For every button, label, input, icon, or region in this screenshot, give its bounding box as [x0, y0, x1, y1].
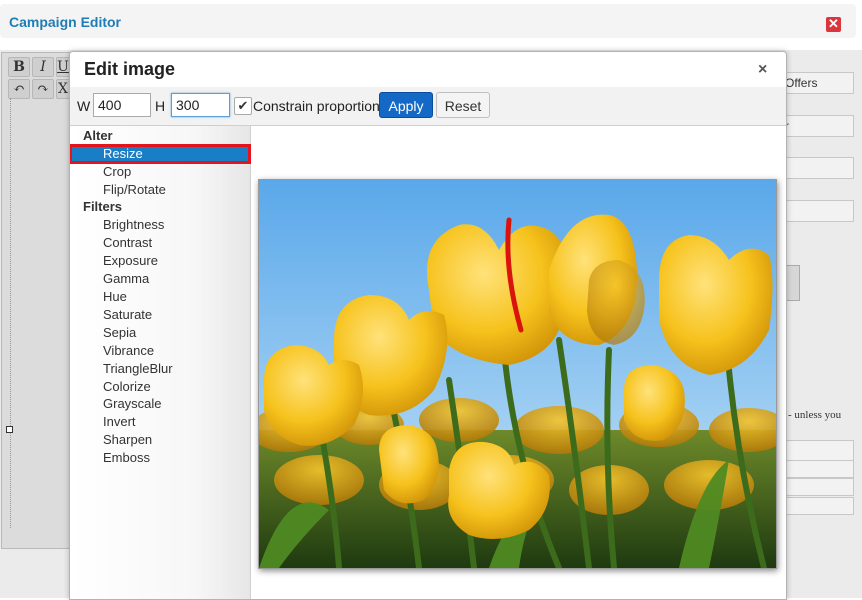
- underline-button: U: [56, 57, 70, 77]
- background-field: [782, 157, 854, 179]
- tulips-image[interactable]: [258, 179, 777, 569]
- menu-item-saturate[interactable]: Saturate: [103, 306, 152, 324]
- background-field: r: [782, 115, 854, 137]
- background-field: [782, 440, 854, 462]
- menu-item-brightness[interactable]: Brightness: [103, 216, 164, 234]
- menu-item-flip-rotate[interactable]: Flip/Rotate: [103, 181, 166, 199]
- operations-sidebar: Alter Resize Crop Flip/Rotate Filters Br…: [70, 126, 251, 599]
- height-label: H: [155, 98, 166, 114]
- filters-group-label: Filters: [83, 199, 123, 214]
- menu-item-gamma[interactable]: Gamma: [103, 270, 149, 288]
- menu-item-resize[interactable]: Resize: [70, 144, 251, 164]
- alter-group-label: Alter: [83, 128, 113, 143]
- menu-item-vibrance[interactable]: Vibrance: [103, 342, 154, 360]
- menu-item-exposure[interactable]: Exposure: [103, 252, 158, 270]
- resize-handle: [6, 426, 13, 433]
- menu-item-invert[interactable]: Invert: [103, 413, 136, 431]
- dialog-close-icon[interactable]: ×: [758, 61, 767, 79]
- cut-icon: X: [56, 79, 70, 99]
- checkmark-icon: ✔: [237, 98, 249, 113]
- dialog-header: Edit image ×: [70, 52, 786, 88]
- menu-item-crop[interactable]: Crop: [103, 163, 131, 181]
- constrain-proportions-label[interactable]: Constrain proportions: [253, 98, 387, 114]
- background-field: [782, 460, 854, 478]
- background-note: - unless you: [788, 409, 842, 421]
- editor-margin-line: [10, 98, 11, 528]
- background-field: [782, 497, 854, 515]
- menu-item-sepia[interactable]: Sepia: [103, 324, 136, 342]
- constrain-proportions-checkbox[interactable]: ✔: [234, 97, 252, 115]
- menu-item-triangleblur[interactable]: TriangleBlur: [103, 360, 173, 378]
- image-preview-area: [251, 126, 786, 599]
- italic-button: I: [32, 57, 54, 77]
- bold-button: B: [8, 57, 30, 77]
- width-input[interactable]: [93, 93, 151, 117]
- tulips-photo: [259, 180, 776, 568]
- reset-button[interactable]: Reset: [436, 92, 490, 118]
- app-close-icon[interactable]: ✕: [826, 17, 841, 32]
- undo-icon: ↶: [8, 79, 30, 99]
- app-header: Campaign Editor ✕: [0, 4, 856, 38]
- app-title: Campaign Editor: [9, 14, 122, 30]
- edit-image-dialog: Edit image × W H ✔ Constrain proportions…: [69, 51, 787, 600]
- background-field: [782, 478, 854, 496]
- resize-toolbar: W H ✔ Constrain proportions Apply Reset: [70, 87, 786, 126]
- redo-icon: ↷: [32, 79, 54, 99]
- apply-button[interactable]: Apply: [379, 92, 433, 118]
- menu-item-sharpen[interactable]: Sharpen: [103, 431, 152, 449]
- menu-item-colorize[interactable]: Colorize: [103, 378, 151, 396]
- background-field: [782, 200, 854, 222]
- menu-item-hue[interactable]: Hue: [103, 288, 127, 306]
- menu-item-emboss[interactable]: Emboss: [103, 449, 150, 467]
- dialog-title: Edit image: [84, 59, 176, 79]
- menu-item-grayscale[interactable]: Grayscale: [103, 395, 162, 413]
- width-label: W: [77, 98, 91, 114]
- menu-item-contrast[interactable]: Contrast: [103, 234, 152, 252]
- height-input[interactable]: [171, 93, 230, 117]
- background-field: Offers: [782, 72, 854, 94]
